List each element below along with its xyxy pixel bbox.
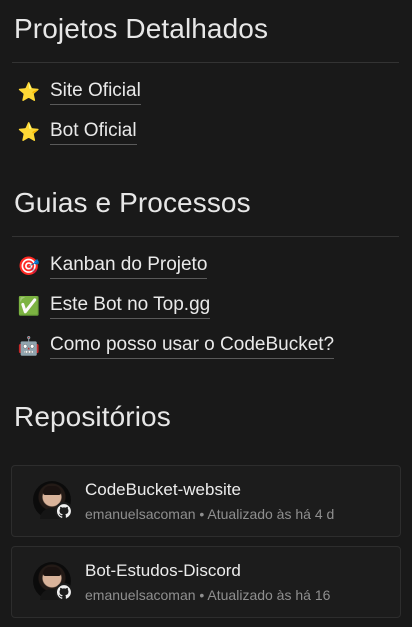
repositories-section-title: Repositórios <box>14 401 171 432</box>
robot-icon: 🤖 <box>17 336 41 356</box>
project-link-label[interactable]: Site Oficial <box>50 80 141 105</box>
guide-link-label[interactable]: Este Bot no Top.gg <box>50 294 211 319</box>
check-mark-icon: ✅ <box>17 296 41 316</box>
star-icon: ⭐ <box>17 82 41 102</box>
project-link-label[interactable]: Bot Oficial <box>50 120 137 145</box>
guide-link-label[interactable]: Como posso usar o CodeBucket? <box>50 334 335 359</box>
guide-link-kanban[interactable]: 🎯 Kanban do Projeto <box>17 252 208 280</box>
project-link-site-oficial[interactable]: ⭐ Site Oficial <box>18 78 141 106</box>
avatar-hair <box>43 567 61 576</box>
repository-card[interactable]: Bot-Estudos-Discord emanuelsacoman • Atu… <box>11 546 401 618</box>
github-icon <box>55 502 73 520</box>
guides-divider <box>12 236 399 237</box>
avatar-hair <box>43 486 61 495</box>
star-icon: ⭐ <box>17 122 41 142</box>
repository-name[interactable]: Bot-Estudos-Discord <box>85 561 241 581</box>
guides-section-title: Guias e Processos <box>14 187 251 218</box>
notion-page-content: Projetos Detalhados ⭐ Site Oficial ⭐ Bot… <box>0 0 412 627</box>
projects-divider <box>12 62 399 63</box>
target-icon: 🎯 <box>17 256 41 276</box>
github-icon <box>55 583 73 601</box>
projects-section-title: Projetos Detalhados <box>14 13 269 44</box>
repository-meta: emanuelsacoman • Atualizado às há 4 d <box>85 506 335 522</box>
guide-link-label[interactable]: Kanban do Projeto <box>50 254 208 279</box>
guide-link-top-gg[interactable]: ✅ Este Bot no Top.gg <box>17 292 211 320</box>
repository-name[interactable]: CodeBucket-website <box>85 480 241 500</box>
guide-link-codebucket-usage[interactable]: 🤖 Como posso usar o CodeBucket? <box>17 332 335 360</box>
repository-card[interactable]: CodeBucket-website emanuelsacoman • Atua… <box>11 465 401 537</box>
repository-meta: emanuelsacoman • Atualizado às há 16 <box>85 587 331 603</box>
project-link-bot-oficial[interactable]: ⭐ Bot Oficial <box>18 118 137 146</box>
